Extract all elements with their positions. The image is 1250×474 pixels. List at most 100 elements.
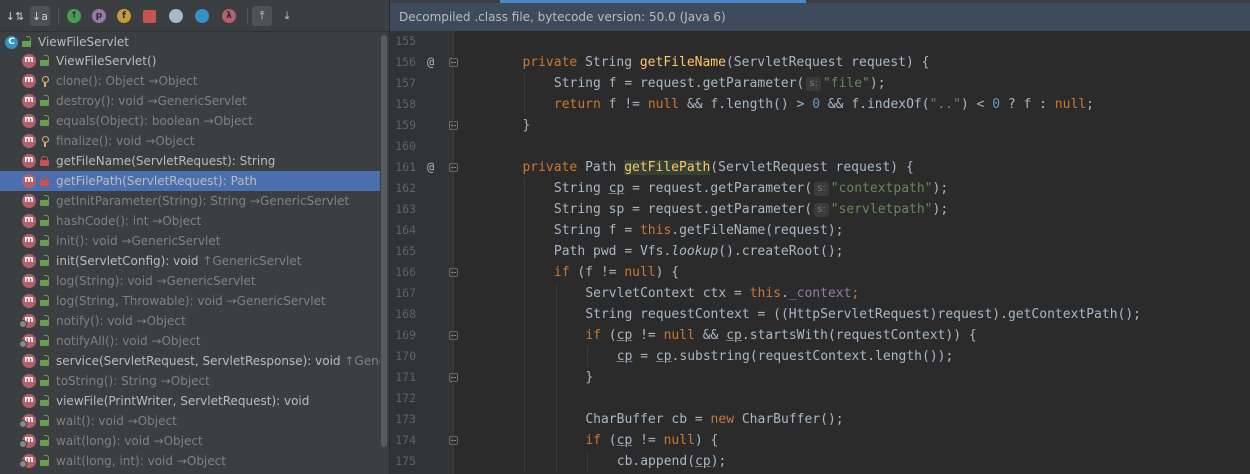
method-icon: m [19, 314, 36, 328]
class-icon: C [5, 36, 18, 49]
tree-item-method[interactable]: m log(String, Throwable): void →GenericSe… [0, 291, 380, 311]
show-lambdas-icon[interactable] [192, 6, 212, 26]
code-token: Path [585, 160, 625, 175]
line-number: 158 [395, 97, 416, 111]
code-token: Path pwd = Vfs. [553, 244, 672, 259]
code-token: ) { [655, 265, 680, 280]
tree-item-method[interactable]: m getFilePath(ServletRequest): Path [0, 171, 380, 191]
code-token: String sp = request.getParameter( [553, 202, 813, 217]
parameter-hint: s: [814, 182, 829, 196]
show-anonymous-classes-icon[interactable] [166, 6, 186, 26]
method-icon: m [22, 114, 36, 128]
indent-guide [587, 451, 589, 472]
tree-item-method[interactable]: m finalize(): void →Object [0, 131, 380, 151]
indent-guide [524, 178, 526, 472]
method-icon: m [19, 434, 36, 448]
code-line: Path pwd = Vfs.lookup().createRoot(); [554, 241, 844, 262]
override-marker-icon[interactable]: @ [427, 157, 434, 178]
code-token: ); [710, 454, 727, 469]
decompiled-banner: Decompiled .class file, bytecode version… [390, 3, 1250, 31]
tree-item-method[interactable]: m notifyAll(): void →Object [0, 331, 380, 351]
code-token: getFileName [639, 55, 726, 70]
public-icon [40, 195, 49, 206]
tree-item-method[interactable]: m wait(long, int): void →Object [0, 451, 380, 471]
code-token: ? f : [1007, 97, 1055, 112]
line-number: 161 [395, 160, 416, 174]
code-token: return [553, 97, 609, 112]
autoscroll-from-source-icon[interactable]: ⤓ [277, 6, 297, 26]
method-icon: m [22, 394, 36, 408]
code-token: ".." [929, 97, 961, 112]
tree-item-method[interactable]: m wait(long): void →Object [0, 431, 380, 451]
tree-item-method[interactable]: m log(String): void →GenericServlet [0, 271, 380, 291]
tree-item-method[interactable]: m getFileName(ServletRequest): String [0, 151, 380, 171]
show-fields-icon[interactable]: f [114, 6, 134, 26]
tree-item-method[interactable]: m hashCode(): int →Object [0, 211, 380, 231]
override-marker-icon[interactable]: @ [427, 52, 434, 73]
tree-item-method[interactable]: m destroy(): void →GenericServlet [0, 91, 380, 111]
code-token: "contextpath" [830, 181, 933, 196]
tree-item-method[interactable]: m toString(): String →Object [0, 371, 380, 391]
code-token: this [639, 223, 672, 238]
tree-item-method[interactable]: m viewFile(PrintWriter, ServletRequest): … [0, 391, 380, 411]
tree-item-method[interactable]: m wait(): void →Object [0, 411, 380, 431]
code-line: String f = request.getParameter(s: "file"… [554, 73, 886, 94]
code-token: .substring(requestContext.length()); [671, 349, 954, 364]
code-token: null [663, 328, 703, 343]
public-icon [40, 95, 49, 106]
method-icon: m [22, 94, 36, 108]
tree-item-method[interactable]: m clone(): Object →Object [0, 71, 380, 91]
code-line: return f != null && f.length() > 0 && f.… [554, 94, 1094, 115]
protected-key-icon [40, 76, 49, 87]
tree-root-class[interactable]: C ViewFileServlet [0, 33, 380, 51]
method-label: log(String): void →GenericServlet [56, 274, 256, 288]
code-token: != [632, 433, 664, 448]
code-token: = request.getParameter( [624, 181, 813, 196]
structure-scrollbar[interactable] [380, 33, 388, 474]
method-label: init(ServletConfig): void ↑GenericServle… [56, 254, 302, 268]
method-label: finalize(): void →Object [56, 134, 195, 148]
line-number: 162 [395, 181, 416, 195]
tree-item-method[interactable]: m getInitParameter(String): String →Gener… [0, 191, 380, 211]
method-label: notify(): void →Object [56, 314, 186, 328]
code-token: if [585, 433, 609, 448]
method-icon: m [22, 174, 36, 188]
show-lambdas-lambda-icon[interactable]: λ [219, 6, 239, 26]
tree-item-method[interactable]: m service(ServletRequest, ServletResponse… [0, 351, 380, 371]
autoscroll-to-source-icon[interactable]: ⤒ [252, 6, 272, 26]
tree-item-method[interactable]: m ViewFileServlet() [0, 51, 380, 71]
structure-tree: C ViewFileServlet m ViewFileServlet() m clo… [0, 33, 380, 471]
code-token: null [1054, 97, 1087, 112]
show-non-public-icon[interactable] [139, 6, 159, 26]
code-token: cp [616, 328, 633, 343]
tree-item-method[interactable]: m notify(): void →Object [0, 311, 380, 331]
line-number: 166 [395, 265, 416, 279]
show-inherited-icon[interactable]: ↑ [64, 6, 84, 26]
line-number: 164 [395, 223, 416, 237]
code-token: 0 [992, 97, 1008, 112]
toolbar-separator [247, 8, 248, 24]
code-token: new [710, 412, 742, 427]
code-token: CharBuffer cb = [585, 412, 711, 427]
tree-item-method[interactable]: m init(ServletConfig): void ↑GenericServl… [0, 251, 380, 271]
show-properties-icon[interactable]: p [89, 6, 109, 26]
tree-item-method[interactable]: m init(): void →GenericServlet [0, 231, 380, 251]
code-token: != [632, 328, 664, 343]
code-token: ); [932, 202, 949, 217]
method-icon: m [22, 274, 36, 288]
code-line: ServletContext ctx = this._context; [585, 283, 859, 304]
scrollbar-thumb[interactable] [381, 35, 387, 447]
sort-by-visibility-icon[interactable]: ↓⇅ [5, 6, 25, 26]
code-token: String [553, 181, 609, 196]
code-area[interactable]: private String getFileName(ServletReques… [454, 31, 1250, 474]
code-token: ; [851, 286, 860, 301]
tree-item-method[interactable]: m equals(Object): boolean →Object [0, 111, 380, 131]
parameter-hint: s: [806, 77, 821, 91]
sort-alphabetically-icon[interactable]: ↓a [30, 6, 50, 26]
code-token: _context [788, 286, 852, 301]
code-token: String [585, 55, 640, 70]
code-token: ServletContext ctx = [585, 286, 750, 301]
code-token: this [749, 286, 781, 301]
method-icon: m [19, 454, 36, 468]
code-line: if (cp != null) { [585, 430, 718, 451]
